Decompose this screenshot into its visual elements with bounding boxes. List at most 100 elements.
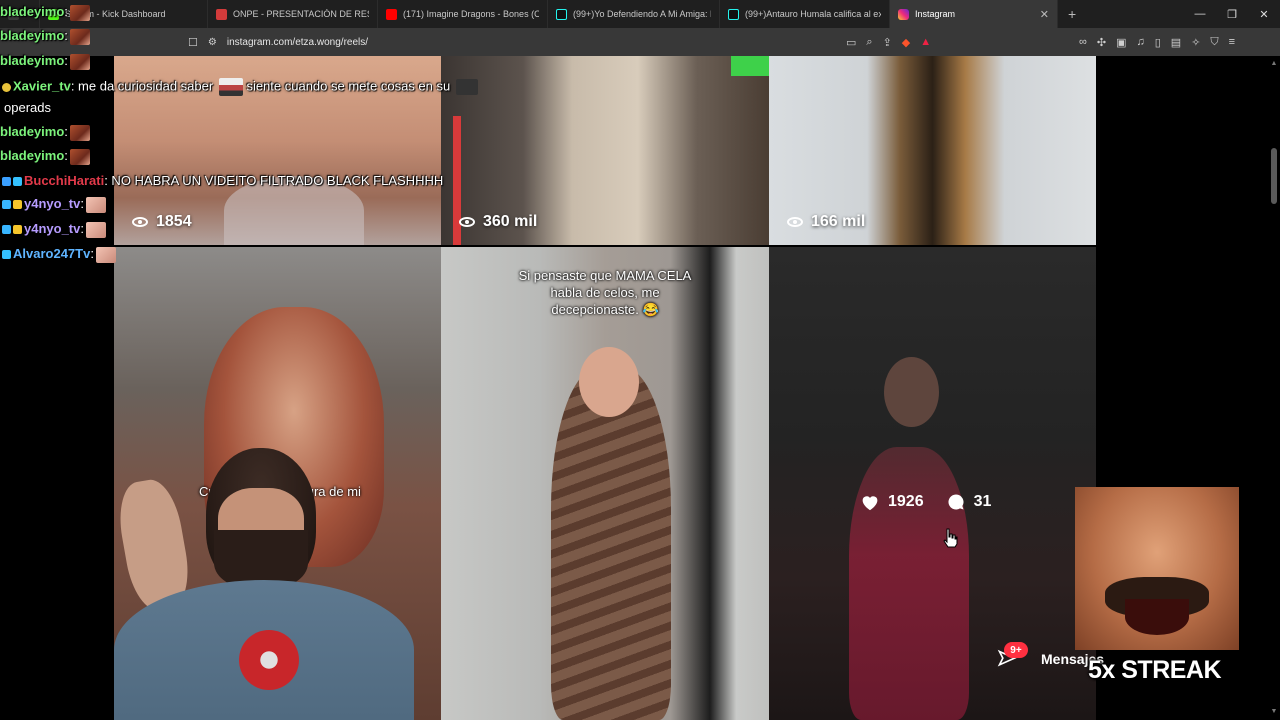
screen: Stream - Kick Dashboard ONPE - PRESENTAC… [0, 0, 1280, 720]
chat-text: operads [4, 100, 51, 115]
chat-text: : [90, 246, 94, 261]
emote-icon [69, 4, 90, 21]
sword-badge-icon [2, 200, 11, 210]
chat-username: Xavier_tv [13, 78, 71, 94]
share-icon[interactable]: ⇪ [883, 36, 892, 49]
chat-username: bladeyimo [0, 124, 65, 139]
crown-badge-icon [13, 200, 22, 210]
caption-line: habla de celos, me [550, 285, 660, 300]
caption-line: Si pensaste que MAMA CELA [518, 268, 692, 283]
caption-line: decepcionaste. 😂 [551, 302, 659, 317]
view-count: 166 mil [787, 213, 865, 231]
emote-icon [455, 79, 478, 95]
chat-message: bladeyimo: [0, 148, 90, 165]
shirt-graphic [239, 630, 299, 690]
emote-icon [86, 196, 106, 213]
streak-overlay-text: 5x STREAK [1088, 656, 1222, 684]
address-bar-actions: ▭ ⌕ ⇪ ◆ ▲ [846, 28, 931, 56]
brave-rewards-icon[interactable]: ▲ [920, 36, 931, 48]
comments-stat: 31 [946, 492, 992, 512]
extension-icons: ∞ ✣ ▣ ♫ ▯ ▤ ✧ ⛉ ≡ [1079, 28, 1235, 56]
close-window-button[interactable]: ✕ [1248, 0, 1280, 28]
chat-message: bladeyimo: [0, 124, 90, 141]
reel-image-detail [849, 447, 969, 720]
chat-username: BucchiHarati [24, 173, 105, 188]
chat-text: : [80, 196, 84, 211]
screen-icon[interactable]: ▭ [846, 36, 856, 49]
eye-icon [787, 217, 803, 227]
tab-title: Instagram [915, 9, 956, 19]
hand-cursor-icon [943, 528, 958, 548]
brave-shield-icon[interactable]: ◆ [902, 36, 910, 49]
reel-image-detail [579, 347, 639, 417]
scroll-down-arrow[interactable]: ▼ [1270, 708, 1278, 716]
reel-image-detail [551, 367, 671, 720]
reel-hover-stats: 1926 31 [860, 492, 991, 512]
warning-badge-icon [2, 82, 11, 92]
window-controls: — ❐ ✕ [1184, 0, 1280, 28]
tab-tiktok-2[interactable]: (99+)Antauro Humala califica al exp [720, 0, 890, 28]
sidebar-icon[interactable]: ▯ [1155, 36, 1161, 49]
new-tab-button[interactable]: + [1058, 6, 1086, 22]
emote-icon [69, 28, 90, 45]
view-count: 360 mil [459, 213, 537, 231]
badge-icon [2, 177, 11, 187]
leo-icon[interactable]: ✧ [1191, 36, 1200, 49]
tab-instagram[interactable]: Instagram ✕ [890, 0, 1058, 28]
reel-thumbnail[interactable]: 166 mil [769, 56, 1096, 245]
chat-username: y4nyo_tv [24, 221, 81, 236]
reel-image-detail [884, 357, 939, 427]
vpn-icon[interactable]: ⛉ [1210, 36, 1218, 49]
menu-icon[interactable]: ≡ [1229, 36, 1235, 48]
wallet2-icon[interactable]: ▤ [1171, 36, 1181, 49]
reel-caption-overlay: Si pensaste que MAMA CELA habla de celos… [490, 267, 720, 318]
zoom-icon[interactable]: ⌕ [866, 36, 872, 49]
comments-count: 31 [973, 493, 992, 510]
chat-username: Alvaro247Tv [13, 246, 91, 261]
tiktok-favicon-icon [728, 8, 739, 20]
glasses-icon[interactable]: ∞ [1079, 36, 1087, 48]
likes-stat: 1926 [860, 493, 924, 511]
scroll-up-arrow[interactable]: ▲ [1270, 60, 1278, 68]
emote-icon [218, 78, 243, 96]
messages-notification-badge: 9+ [1004, 642, 1028, 658]
chat-text: : [64, 28, 68, 43]
chat-username: bladeyimo [0, 4, 65, 19]
view-count-text: 166 mil [811, 213, 866, 230]
tab-title: (99+)Yo Defendiendo A Mi Amiga: L [573, 9, 711, 19]
wallet-icon[interactable]: ▣ [1116, 36, 1126, 49]
emote-icon [69, 53, 90, 70]
chat-message: y4nyo_tv: [2, 221, 106, 238]
badge-icon [2, 250, 11, 260]
chat-text: : [64, 148, 68, 163]
restore-button[interactable]: ❐ [1216, 0, 1248, 28]
chat-username: bladeyimo [0, 53, 65, 68]
reel-image-detail [731, 56, 769, 76]
view-count-text: 360 mil [483, 213, 538, 230]
minimize-button[interactable]: — [1184, 0, 1216, 28]
badge-icon [13, 177, 22, 187]
chat-message: Alvaro247Tv: [2, 246, 116, 263]
emote-icon [69, 148, 90, 165]
meme-overlay-image [1075, 487, 1239, 650]
sword-badge-icon [2, 225, 11, 235]
scrollbar-thumb[interactable] [1271, 148, 1277, 204]
tab-tiktok-1[interactable]: (99+)Yo Defendiendo A Mi Amiga: L [548, 0, 720, 28]
reel-thumbnail[interactable]: 360 mil [441, 56, 769, 245]
chat-message: bladeyimo: [0, 4, 90, 21]
chat-username: bladeyimo [0, 28, 65, 43]
chat-text: siente cuando se mete cosas en su [246, 78, 451, 94]
chat-text: : [80, 221, 84, 236]
comment-icon [948, 494, 964, 510]
tab-title: (99+)Antauro Humala califica al exp [745, 9, 881, 19]
stream-chat-overlay: bladeyimo: bladeyimo: bladeyimo: Xavier_… [0, 0, 478, 270]
heart-icon [862, 496, 878, 511]
music-icon[interactable]: ♫ [1136, 36, 1144, 48]
chat-text: : NO HABRA UN VIDEITO FILTRADO BLACK FLA… [104, 173, 444, 188]
chat-message: bladeyimo: [0, 28, 90, 45]
puzzle-icon[interactable]: ✣ [1097, 36, 1106, 49]
tab-close-icon[interactable]: ✕ [1040, 8, 1049, 21]
chat-text: : [64, 4, 68, 19]
instagram-favicon-icon [898, 8, 909, 20]
emote-icon [86, 221, 106, 238]
